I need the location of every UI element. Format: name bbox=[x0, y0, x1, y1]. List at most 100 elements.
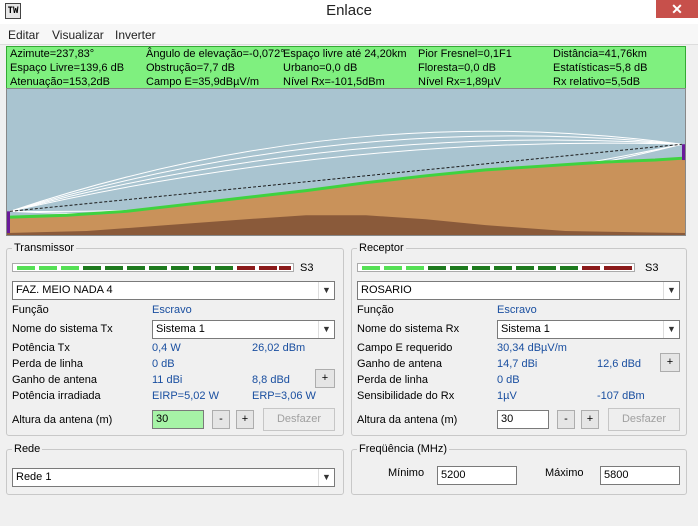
menu-editar[interactable]: Editar bbox=[8, 28, 39, 42]
tx-system-select[interactable]: Sistema 1 ▼ bbox=[152, 320, 335, 339]
rx-system-label: Nome do sistema Rx bbox=[357, 323, 460, 335]
free-space-loss-text: Espaço Livre=139,6 dB bbox=[10, 62, 125, 74]
tx-antenna-height-label: Altura da antena (m) bbox=[12, 414, 113, 426]
rx-sensitivity-label: Sensibilidade do Rx bbox=[357, 390, 455, 402]
rx-meter-segment bbox=[560, 266, 578, 270]
rx-relative-text: Rx relativo=5,5dB bbox=[553, 76, 641, 88]
tx-meter-segment bbox=[61, 266, 79, 270]
tx-eirp-value: EIRP=5,02 W bbox=[152, 390, 219, 402]
tx-meter-segment bbox=[215, 266, 233, 270]
rx-meter-segment bbox=[582, 266, 600, 270]
tx-station-value: FAZ. MEIO NADA 4 bbox=[16, 284, 113, 296]
tx-system-value: Sistema 1 bbox=[156, 323, 205, 335]
rx-height-plus-button[interactable]: + bbox=[581, 410, 599, 429]
rx-gain-plus-button[interactable]: + bbox=[660, 353, 680, 372]
chevron-down-icon[interactable]: ▼ bbox=[663, 321, 679, 338]
rx-antenna-gain-dbd: 12,6 dBd bbox=[597, 358, 642, 370]
menu-visualizar[interactable]: Visualizar bbox=[52, 28, 104, 42]
receiver-title: Receptor bbox=[357, 242, 406, 254]
tx-line-loss-label: Perda de linha bbox=[12, 358, 83, 370]
network-value: Rede 1 bbox=[16, 471, 52, 483]
rx-meter-segment bbox=[472, 266, 490, 270]
rx-antenna-height-input[interactable]: 30 bbox=[497, 410, 549, 429]
rx-antenna-gain-label: Ganho de antena bbox=[357, 358, 443, 370]
rx-meter-segment bbox=[384, 266, 402, 270]
urban-loss-text: Urbano=0,0 dB bbox=[283, 62, 358, 74]
attenuation-text: Atenuação=153,2dB bbox=[10, 76, 111, 88]
tx-height-minus-button[interactable]: - bbox=[212, 410, 230, 429]
terrain-profile-view[interactable] bbox=[6, 88, 686, 236]
network-title: Rede bbox=[12, 443, 43, 455]
tx-system-label: Nome do sistema Tx bbox=[12, 323, 113, 335]
tx-antenna-marker bbox=[7, 211, 10, 234]
rx-line-loss-value: 0 dB bbox=[497, 374, 520, 386]
rx-signal-meter bbox=[357, 263, 635, 272]
frequency-min-input[interactable]: 5200 bbox=[437, 466, 517, 485]
frequency-max-input[interactable]: 5800 bbox=[600, 466, 680, 485]
close-button[interactable]: ✕ bbox=[656, 0, 698, 18]
rx-system-value: Sistema 1 bbox=[501, 323, 550, 335]
network-select[interactable]: Rede 1 ▼ bbox=[12, 468, 335, 487]
tx-station-select[interactable]: FAZ. MEIO NADA 4 ▼ bbox=[12, 281, 335, 300]
tx-line-loss-value: 0 dB bbox=[152, 358, 175, 370]
rx-system-select[interactable]: Sistema 1 ▼ bbox=[497, 320, 680, 339]
frequency-max-label: Máximo bbox=[545, 467, 584, 479]
rx-meter-label: S3 bbox=[645, 262, 659, 274]
rx-undo-button[interactable]: Desfazer bbox=[608, 408, 680, 431]
tx-radiated-power-label: Potência irradiada bbox=[12, 390, 101, 402]
tx-meter-segment bbox=[83, 266, 101, 270]
rx-meter-segment bbox=[450, 266, 468, 270]
tx-meter-segment bbox=[127, 266, 145, 270]
rx-required-field-label: Campo E requerido bbox=[357, 342, 453, 354]
tx-gain-plus-button[interactable]: + bbox=[315, 369, 335, 388]
rx-function-label: Função bbox=[357, 304, 394, 316]
frequency-min-label: Mínimo bbox=[388, 467, 425, 479]
chevron-down-icon[interactable]: ▼ bbox=[318, 469, 334, 486]
tx-antenna-gain-dbd: 8,8 dBd bbox=[252, 374, 290, 386]
tx-antenna-height-input[interactable]: 30 bbox=[152, 410, 204, 429]
window-title: Enlace bbox=[326, 2, 372, 19]
tx-antenna-gain-label: Ganho de antena bbox=[12, 374, 98, 386]
rx-meter-segment bbox=[538, 266, 556, 270]
rx-station-select[interactable]: ROSARIO ▼ bbox=[357, 281, 680, 300]
tx-undo-button[interactable]: Desfazer bbox=[263, 408, 335, 431]
rx-function-value: Escravo bbox=[497, 304, 537, 316]
rx-height-minus-button[interactable]: - bbox=[557, 410, 575, 429]
free-space-until-text: Espaço livre até 24,20km bbox=[283, 48, 407, 60]
distance-text: Distância=41,76km bbox=[553, 48, 647, 60]
rx-meter-segment bbox=[516, 266, 534, 270]
tx-meter-segment bbox=[259, 266, 277, 270]
forest-loss-text: Floresta=0,0 dB bbox=[418, 62, 496, 74]
tx-height-plus-button[interactable]: + bbox=[236, 410, 254, 429]
rx-line-loss-label: Perda de linha bbox=[357, 374, 428, 386]
menu-bar bbox=[0, 24, 698, 45]
frequency-title: Freqüência (MHz) bbox=[357, 443, 450, 455]
tx-power-dbm: 26,02 dBm bbox=[252, 342, 306, 354]
tx-erp-value: ERP=3,06 W bbox=[252, 390, 316, 402]
rx-meter-segment bbox=[406, 266, 424, 270]
tx-meter-label: S3 bbox=[300, 262, 314, 274]
transmitter-title: Transmissor bbox=[12, 242, 77, 254]
rx-meter-segment bbox=[604, 266, 622, 270]
rx-sensitivity-dbm: -107 dBm bbox=[597, 390, 645, 402]
rx-antenna-height-label: Altura da antena (m) bbox=[357, 414, 458, 426]
chevron-down-icon[interactable]: ▼ bbox=[663, 282, 679, 299]
tx-meter-segment bbox=[171, 266, 189, 270]
tx-meter-segment bbox=[193, 266, 211, 270]
menu-inverter[interactable]: Inverter bbox=[115, 28, 156, 42]
rx-meter-segment bbox=[494, 266, 512, 270]
chevron-down-icon[interactable]: ▼ bbox=[318, 282, 334, 299]
tx-signal-meter bbox=[12, 263, 294, 272]
chevron-down-icon[interactable]: ▼ bbox=[318, 321, 334, 338]
rx-level-uv-text: Nível Rx=1,89µV bbox=[418, 76, 502, 88]
tx-power-label: Potência Tx bbox=[12, 342, 70, 354]
rx-station-value: ROSARIO bbox=[361, 284, 412, 296]
rx-meter-segment bbox=[362, 266, 380, 270]
statistics-text: Estatísticas=5,8 dB bbox=[553, 62, 648, 74]
tx-function-value: Escravo bbox=[152, 304, 192, 316]
rx-antenna-marker bbox=[682, 144, 685, 161]
tx-function-label: Função bbox=[12, 304, 49, 316]
azimute-text: Azimute=237,83° bbox=[10, 48, 95, 60]
tx-meter-segment bbox=[105, 266, 123, 270]
field-strength-text: Campo E=35,9dBµV/m bbox=[146, 76, 260, 88]
